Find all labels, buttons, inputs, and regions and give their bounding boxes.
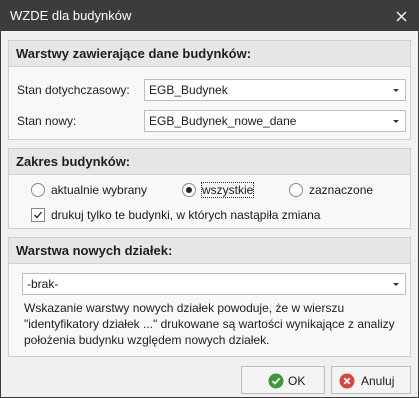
cancel-label: Anuluj [361, 374, 395, 388]
scope-title: Zakres budynków: [16, 154, 131, 169]
ok-button[interactable]: OK [241, 366, 325, 394]
title-bar: WZDE dla budynków [1, 1, 418, 31]
parcels-layer-header: Warstwa nowych działek: [9, 238, 410, 264]
changed-only-label: drukuj tylko te budynki, w których nastą… [51, 208, 321, 222]
parcels-layer-note: Wskazanie warstwy nowych działek powoduj… [24, 301, 395, 347]
current-state-value: EGB_Budynek [149, 83, 228, 97]
current-state-label: Stan dotychczasowy: [17, 83, 130, 97]
new-state-value: EGB_Budynek_nowe_dane [149, 114, 297, 128]
radio-selected-label: zaznaczone [309, 183, 374, 197]
radio-circle [182, 183, 196, 197]
buildings-layers-title: Warstwy zawierające dane budynków: [16, 46, 252, 61]
chevron-down-icon [393, 89, 399, 92]
dialog-window: WZDE dla budynków Warstwy zawierające da… [0, 0, 419, 398]
cancel-button[interactable]: Anuluj [331, 366, 411, 394]
new-state-select[interactable]: EGB_Budynek_nowe_dane [144, 110, 406, 132]
radio-circle [31, 183, 45, 197]
chevron-down-icon [393, 120, 399, 123]
buildings-layers-group: Warstwy zawierające dane budynków: Stan … [8, 40, 411, 140]
radio-current-label: aktualnie wybrany [51, 183, 148, 197]
chevron-down-icon [393, 283, 399, 286]
close-icon [396, 11, 406, 21]
buildings-layers-header: Warstwy zawierające dane budynków: [9, 41, 410, 67]
current-state-select[interactable]: EGB_Budynek [144, 79, 406, 101]
check-circle-icon [268, 373, 284, 389]
radio-circle [289, 183, 303, 197]
checkbox-box [31, 208, 45, 222]
new-state-label: Stan nowy: [17, 114, 77, 128]
ok-label: OK [288, 374, 306, 388]
parcels-layer-select[interactable]: -brak- [22, 273, 406, 295]
close-button[interactable] [384, 1, 418, 31]
parcels-layer-group: Warstwa nowych działek: -brak- Wskazanie… [8, 237, 411, 357]
window-title: WZDE dla budynków [10, 8, 132, 23]
parcels-layer-title: Warstwa nowych działek: [16, 243, 173, 258]
checkmark-icon [34, 211, 43, 219]
parcels-layer-value: -brak- [27, 277, 59, 291]
radio-all-label: wszystkie [200, 182, 255, 198]
scope-group: Zakres budynków: aktualnie wybrany wszys… [8, 148, 411, 229]
x-circle-icon [339, 373, 355, 389]
scope-header: Zakres budynków: [9, 149, 410, 175]
